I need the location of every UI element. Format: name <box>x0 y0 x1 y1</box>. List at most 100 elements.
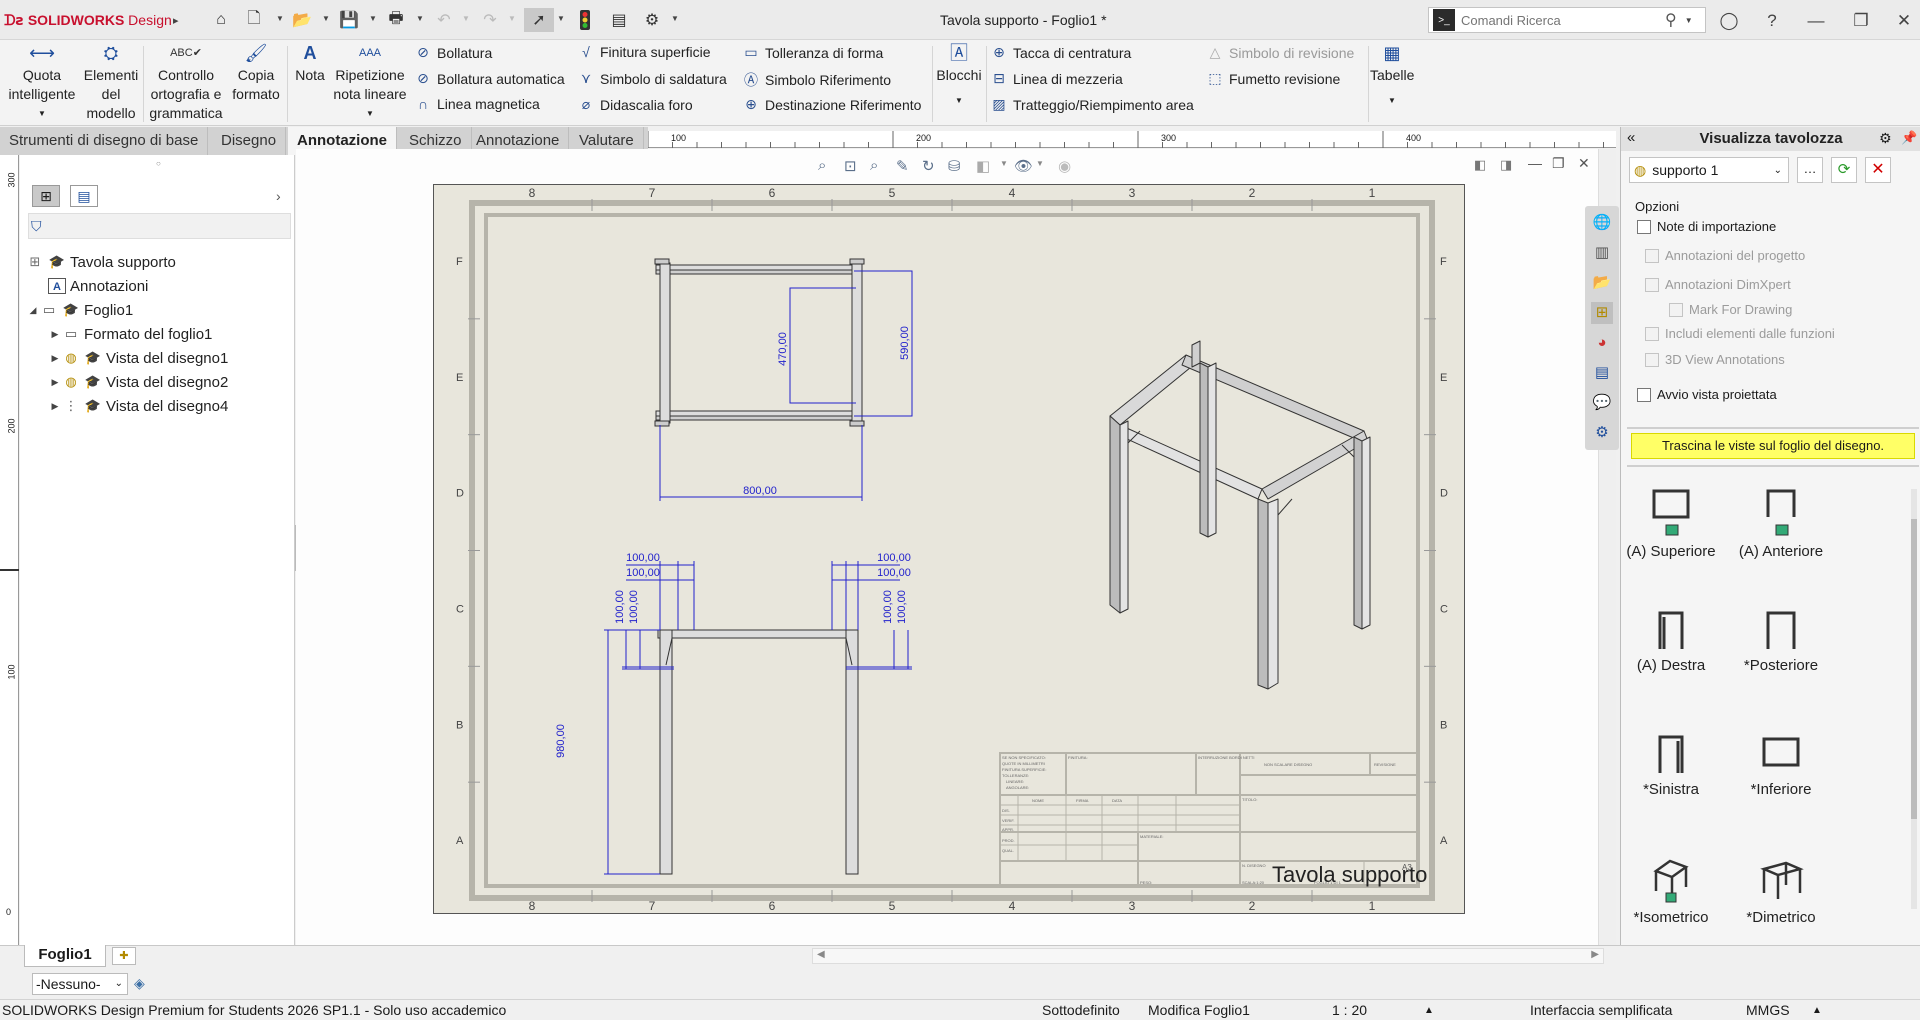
revision-symbol-button[interactable]: △ Simbolo di revisione <box>1206 44 1355 61</box>
tree-item-view4[interactable]: ▶ ⋮ 🎓 Vista del disegno4 <box>48 395 229 417</box>
dim-text-100[interactable]: 100,00 <box>877 552 911 564</box>
rebuild-traffic-light-icon[interactable] <box>573 8 597 32</box>
zoom-to-fit-icon[interactable]: ⌕ <box>818 157 826 174</box>
smart-dimension-dropdown-icon[interactable]: ▼ <box>4 104 80 123</box>
datum-target-button[interactable]: ⊕ Destinazione Riferimento <box>742 96 921 113</box>
tab-drawing[interactable]: Disegno <box>212 127 287 155</box>
tree-item-drawing[interactable]: ⊞ 🎓 Tavola supporto <box>26 251 176 273</box>
redo-dropdown-icon[interactable]: ▼ <box>508 14 516 23</box>
dim-text-980[interactable]: 980,00 <box>555 724 567 758</box>
solidworks-logo[interactable]: ᗪꙅ SOLIDWORKS Design <box>4 12 172 29</box>
dim-text-100[interactable]: 100,00 <box>896 590 908 624</box>
undo-dropdown-icon[interactable]: ▼ <box>462 14 470 23</box>
dim-text-800[interactable]: 800,00 <box>743 485 777 497</box>
open-dropdown-icon[interactable]: ▼ <box>322 14 330 23</box>
palette-scroll-thumb[interactable] <box>1911 519 1917 819</box>
pin-icon[interactable]: 📌 <box>1901 130 1917 146</box>
redo-icon[interactable]: ↷ <box>478 8 502 32</box>
hole-callout-button[interactable]: ⌀ Didascalia foro <box>577 96 693 113</box>
dim-text-100[interactable]: 100,00 <box>882 590 894 624</box>
model-items-button[interactable]: ⛭ Elementi del modello <box>82 44 140 123</box>
tree-item-view1[interactable]: ▶ ◍ 🎓 Vista del disegno1 <box>48 347 229 369</box>
status-interface-mode[interactable]: Interfaccia semplificata <box>1530 1002 1672 1018</box>
sketch-tool-icon[interactable]: ✎ <box>896 157 909 175</box>
view-thumb-front[interactable]: (A) Anteriore <box>1731 485 1831 560</box>
search-input[interactable] <box>1461 12 1661 28</box>
expand-arrow-icon[interactable]: ▶ <box>48 401 62 412</box>
magnetic-line-button[interactable]: ∩ Linea magnetica <box>414 96 540 112</box>
hatch-fill-button[interactable]: ▨ Tratteggio/Riempimento area <box>990 96 1193 113</box>
options-dropdown-icon[interactable]: ▼ <box>671 14 679 23</box>
view-thumb-left[interactable]: *Sinistra <box>1621 731 1721 798</box>
tree-item-annotations[interactable]: A Annotazioni <box>48 275 148 297</box>
revision-cloud-button[interactable]: ⬚ Fumetto revisione <box>1206 70 1340 87</box>
tables-dropdown-icon[interactable]: ▼ <box>1370 91 1414 110</box>
search-dropdown-icon[interactable]: ▼ <box>1685 16 1693 25</box>
expand-arrow-icon[interactable]: ▶ <box>48 353 62 364</box>
status-units[interactable]: MMGS <box>1746 1002 1790 1018</box>
zoom-to-area-icon[interactable]: ⊡ <box>844 157 857 175</box>
hide-show-items-icon[interactable]: 👁 <box>1014 157 1033 175</box>
search-icon[interactable]: ⚲ <box>1665 10 1677 30</box>
panel-expand-chevron-icon[interactable]: › <box>276 188 281 204</box>
section-view-icon[interactable]: ◧ <box>976 157 990 175</box>
display-style-icon[interactable]: ⛁ <box>948 157 961 175</box>
print-dropdown-icon[interactable]: ▼ <box>416 14 424 23</box>
appearance-icon[interactable]: ◉ <box>1058 157 1071 175</box>
dim-text-100[interactable]: 100,00 <box>614 590 626 624</box>
panel-settings-gear-icon[interactable]: ⚙ <box>1879 130 1892 147</box>
new-document-icon[interactable]: 🗋 <box>242 8 266 32</box>
view-thumb-right[interactable]: (A) Destra <box>1621 607 1721 674</box>
save-dropdown-icon[interactable]: ▼ <box>369 14 377 23</box>
property-manager-tab-icon[interactable]: ▤ <box>70 185 98 207</box>
file-properties-icon[interactable]: ▤ <box>607 8 631 32</box>
format-painter-button[interactable]: 🖌 Copia formato <box>228 44 284 104</box>
select-pointer-icon[interactable]: ➚ <box>524 8 554 32</box>
datum-feature-button[interactable]: Ⓐ Simbolo Riferimento <box>742 70 891 90</box>
view-thumb-top[interactable]: (A) Superiore <box>1621 485 1721 560</box>
appearances-icon[interactable]: ◕ <box>1591 332 1613 354</box>
center-mark-button[interactable]: ⊕ Tacca di centratura <box>990 44 1131 61</box>
solidworks-resources-icon[interactable]: 🌐 <box>1591 212 1613 234</box>
scale-up-arrow-icon[interactable]: ▲ <box>1424 1005 1434 1016</box>
geometric-tolerance-button[interactable]: ▭ Tolleranza di forma <box>742 44 883 61</box>
file-explorer-icon[interactable]: 📂 <box>1591 272 1613 294</box>
tab-sketch-tools[interactable]: Strumenti di disegno di base <box>0 127 209 155</box>
minimize-icon[interactable]: — <box>1805 10 1827 32</box>
status-edit-mode[interactable]: Modifica Foglio1 <box>1148 1002 1250 1018</box>
zoom-in-out-icon[interactable]: ⌕ <box>870 157 878 174</box>
view-pane-left-icon[interactable]: ◧ <box>1474 157 1486 173</box>
help-icon[interactable]: ? <box>1761 10 1783 32</box>
view-thumb-back[interactable]: *Posteriore <box>1731 607 1831 674</box>
tree-filter-bar[interactable]: ⛉ <box>28 213 291 239</box>
restore-icon[interactable]: ❐ <box>1850 10 1872 32</box>
option-mark-for-drawing[interactable]: Mark For Drawing <box>1669 302 1792 317</box>
new-dropdown-icon[interactable]: ▼ <box>276 14 284 23</box>
model-select-dropdown[interactable]: ◍ supporto 1 ⌄ <box>1629 157 1789 183</box>
add-sheet-icon[interactable]: ✚ <box>112 947 136 965</box>
drawing-sheet[interactable]: 8877665544332211FFEEDDCCBBAA 470,00 590,… <box>433 184 1465 914</box>
tables-button[interactable]: ▦ Tabelle ▼ <box>1370 44 1414 110</box>
note-button[interactable]: A Nota <box>290 44 330 85</box>
home-icon[interactable]: ⌂ <box>209 8 233 32</box>
tree-item-view2[interactable]: ▶ ◍ 🎓 Vista del disegno2 <box>48 371 229 393</box>
linear-note-pattern-button[interactable]: AAA Ripetizione nota lineare ▼ <box>332 44 408 123</box>
clear-close-icon[interactable]: ✕ <box>1865 157 1891 183</box>
smart-dimension-button[interactable]: ⟷ Quota intelligente ▼ <box>4 44 80 123</box>
menu-expand-icon[interactable]: ▸ <box>173 14 179 27</box>
rotate-view-icon[interactable]: ↻ <box>922 157 935 175</box>
balloon-button[interactable]: ⊘ Bollatura <box>414 44 492 61</box>
refresh-icon[interactable]: ⟳ <box>1831 157 1857 183</box>
weld-symbol-button[interactable]: ⋎ Simbolo di saldatura <box>577 70 727 87</box>
open-icon[interactable]: 📂 <box>290 8 314 32</box>
doc-restore-icon[interactable]: ❐ <box>1552 155 1565 172</box>
browse-button[interactable]: … <box>1797 157 1823 183</box>
custom-properties-icon[interactable]: ▤ <box>1591 362 1613 384</box>
status-scale[interactable]: 1 : 20 <box>1332 1002 1367 1018</box>
hide-show-dropdown-icon[interactable]: ▼ <box>1036 159 1044 168</box>
option-3d-view-annotations[interactable]: 3D View Annotations <box>1645 352 1785 367</box>
save-icon[interactable]: 💾 <box>337 8 361 32</box>
collapse-arrow-icon[interactable]: ◢ <box>26 305 40 316</box>
add-ins-icon[interactable]: ⚙ <box>1591 422 1613 444</box>
section-view-dropdown-icon[interactable]: ▼ <box>1000 159 1008 168</box>
